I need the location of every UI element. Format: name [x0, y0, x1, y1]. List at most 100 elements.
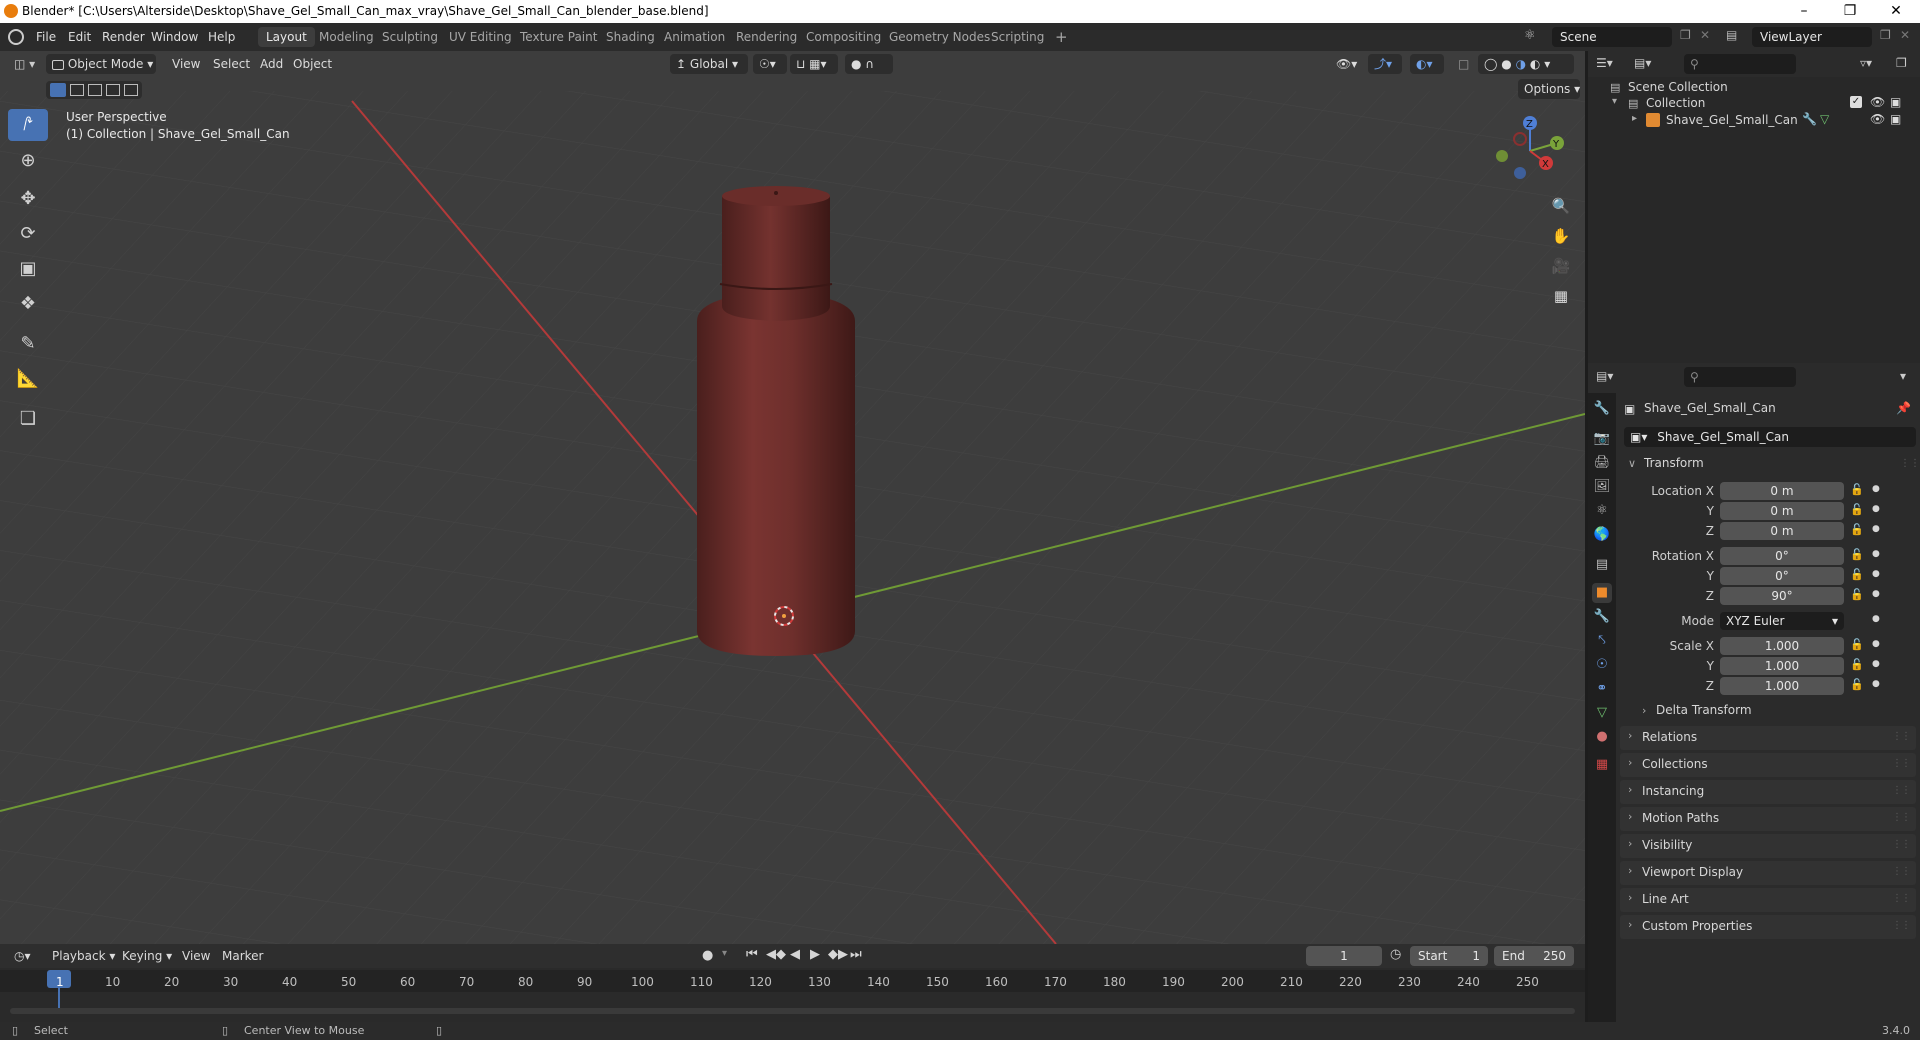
- workspace-tab-geometry-nodes[interactable]: Geometry Nodes: [881, 27, 998, 47]
- properties-options-icon[interactable]: ▾: [1900, 369, 1906, 383]
- view-layer-name-field[interactable]: ViewLayer: [1752, 27, 1872, 47]
- instancing-panel-header[interactable]: › Instancing ⋮⋮: [1620, 780, 1916, 804]
- workspace-tab-modeling[interactable]: Modeling: [311, 27, 382, 47]
- perspective-toggle-icon[interactable]: ▦: [1548, 283, 1574, 309]
- location-z-field[interactable]: 0 m: [1720, 522, 1844, 540]
- shading-mode-buttons[interactable]: ◯ ● ◑ ◐ ▾: [1478, 54, 1574, 74]
- viewport-menu-add[interactable]: Add: [254, 54, 289, 74]
- timeline-scrollbar[interactable]: [10, 1008, 1575, 1014]
- keyframe-dot-icon[interactable]: ●: [1872, 659, 1880, 669]
- preview-range-clock-icon[interactable]: ◷: [1390, 947, 1401, 962]
- output-tab-icon[interactable]: 🖨: [1592, 453, 1612, 473]
- relations-panel-header[interactable]: › Relations ⋮⋮: [1620, 726, 1916, 750]
- viewport-display-panel-header[interactable]: › Viewport Display ⋮⋮: [1620, 861, 1916, 885]
- viewport-menu-object[interactable]: Object: [287, 54, 338, 74]
- object-render-camera-icon[interactable]: ▣: [1890, 112, 1901, 126]
- close-button[interactable]: ✕: [1873, 0, 1919, 23]
- wireframe-shading-icon[interactable]: ◯: [1484, 57, 1497, 71]
- select-extend-icon[interactable]: [70, 84, 84, 96]
- restore-button[interactable]: ❐: [1827, 0, 1873, 23]
- lock-icon[interactable]: 🔓: [1850, 638, 1864, 651]
- add-workspace-button[interactable]: +: [1047, 27, 1076, 47]
- annotate-icon[interactable]: ✎: [8, 328, 48, 360]
- transform-panel-header[interactable]: Transform: [1644, 456, 1704, 470]
- workspace-tab-animation[interactable]: Animation: [656, 27, 733, 47]
- start-frame-field[interactable]: Start 1: [1410, 946, 1488, 966]
- keyframe-dot-icon[interactable]: ●: [1872, 484, 1880, 494]
- tool-tab-icon[interactable]: 🔧: [1592, 399, 1612, 419]
- panel-drag-handle-icon[interactable]: ⋮⋮: [1892, 812, 1911, 823]
- lock-icon[interactable]: 🔓: [1850, 523, 1864, 536]
- keyframe-dot-icon[interactable]: ●: [1872, 589, 1880, 599]
- filter-icon[interactable]: ▿▾: [1860, 56, 1872, 70]
- outliner-display-mode-icon[interactable]: ▤▾: [1634, 56, 1651, 70]
- jump-next-keyframe-icon[interactable]: ◆▶: [828, 947, 848, 962]
- lock-icon[interactable]: 🔓: [1850, 658, 1864, 671]
- rotate-icon[interactable]: ⟳: [8, 218, 48, 250]
- menu-edit[interactable]: Edit: [62, 28, 97, 46]
- object-visibility-eye-icon[interactable]: 👁: [1870, 112, 1885, 126]
- gizmo-toggle-icon[interactable]: ⤴▾: [1368, 54, 1402, 74]
- viewport-menu-view[interactable]: View: [166, 54, 206, 74]
- custom-properties-panel-header[interactable]: › Custom Properties ⋮⋮: [1620, 915, 1916, 939]
- panel-drag-handle-icon[interactable]: ⋮⋮: [1892, 785, 1911, 796]
- view-layer-new-icon[interactable]: ❐: [1880, 28, 1891, 42]
- viewport-3d[interactable]: ◫ ▾ Object Mode ▾ View Select Add Object…: [0, 51, 1585, 944]
- jump-prev-keyframe-icon[interactable]: ◀◆: [766, 947, 786, 962]
- scale-icon[interactable]: ▣: [8, 253, 48, 285]
- workspace-tab-sculpting[interactable]: Sculpting: [374, 27, 446, 47]
- lock-icon[interactable]: 🔓: [1850, 483, 1864, 496]
- select-invert-icon[interactable]: [106, 84, 120, 96]
- record-keyframe-icon[interactable]: ●: [702, 948, 713, 963]
- modifier-wrench-icon[interactable]: 🔧: [1802, 112, 1817, 126]
- delta-transform-expand-icon[interactable]: ›: [1642, 704, 1646, 717]
- location-x-field[interactable]: 0 m: [1720, 482, 1844, 500]
- timeline-menu-keying[interactable]: Keying ▾: [116, 946, 178, 966]
- navigation-gizmo[interactable]: Z Y X: [1490, 111, 1570, 191]
- outliner-search-input[interactable]: ⚲: [1684, 54, 1796, 74]
- timeline-editor[interactable]: ◷▾ Playback ▾ Keying ▾ View Marker ● ▾ ⏮…: [0, 944, 1585, 1022]
- panel-drag-handle-icon[interactable]: ⋮⋮: [1892, 731, 1911, 742]
- rotation-mode-dropdown[interactable]: XYZ Euler ▾: [1720, 612, 1844, 630]
- workspace-tab-scripting[interactable]: Scripting: [983, 27, 1052, 47]
- properties-editor-type-icon[interactable]: ▤▾: [1596, 369, 1613, 383]
- object-tab-icon[interactable]: ■: [1592, 583, 1612, 603]
- material-tab-icon[interactable]: ●: [1592, 727, 1612, 747]
- xray-toggle-icon[interactable]: □: [1452, 54, 1475, 74]
- blender-menu-icon[interactable]: [8, 29, 24, 45]
- physics-tab-icon[interactable]: ☉: [1592, 655, 1612, 675]
- current-frame-field[interactable]: 1: [1306, 946, 1382, 966]
- rotation-x-field[interactable]: 0°: [1720, 547, 1844, 565]
- workspace-tab-layout[interactable]: Layout: [258, 27, 315, 47]
- collection-exclude-checkbox[interactable]: ✓: [1850, 96, 1862, 108]
- camera-view-icon[interactable]: 🎥: [1548, 253, 1574, 279]
- timeline-menu-view[interactable]: View: [176, 946, 216, 966]
- play-reverse-icon[interactable]: ◀: [790, 947, 800, 962]
- zoom-icon[interactable]: 🔍: [1548, 193, 1574, 219]
- keyframe-dot-icon[interactable]: ●: [1872, 614, 1880, 624]
- keyframe-dot-icon[interactable]: ●: [1872, 569, 1880, 579]
- timeline-editor-type-icon[interactable]: ◷▾: [8, 946, 37, 966]
- play-icon[interactable]: ▶: [810, 947, 820, 962]
- object-expand-icon[interactable]: ▸: [1632, 113, 1637, 124]
- scale-z-field[interactable]: 1.000: [1720, 677, 1844, 695]
- collection-render-camera-icon[interactable]: ▣: [1890, 95, 1901, 109]
- select-subtract-icon[interactable]: [88, 84, 102, 96]
- measure-icon[interactable]: 📐: [8, 363, 48, 395]
- menu-render[interactable]: Render: [96, 28, 151, 46]
- rotation-y-field[interactable]: 0°: [1720, 567, 1844, 585]
- workspace-tab-rendering[interactable]: Rendering: [728, 27, 805, 47]
- line-art-panel-header[interactable]: › Line Art ⋮⋮: [1620, 888, 1916, 912]
- data-tab-icon[interactable]: ▽: [1592, 703, 1612, 723]
- pan-hand-icon[interactable]: ✋: [1548, 223, 1574, 249]
- cursor-icon[interactable]: ⊕: [8, 145, 48, 177]
- transform-collapse-icon[interactable]: ∨: [1628, 457, 1636, 470]
- snapping-toggle[interactable]: ⊔ ▦▾: [790, 54, 838, 74]
- outliner-object[interactable]: Shave_Gel_Small_Can: [1666, 113, 1798, 127]
- select-intersect-icon[interactable]: [124, 84, 138, 96]
- scene-name-field[interactable]: Scene: [1552, 27, 1672, 47]
- keyframe-dot-icon[interactable]: ●: [1872, 639, 1880, 649]
- move-icon[interactable]: ✥: [8, 183, 48, 215]
- menu-file[interactable]: File: [30, 28, 62, 46]
- menu-help[interactable]: Help: [202, 28, 241, 46]
